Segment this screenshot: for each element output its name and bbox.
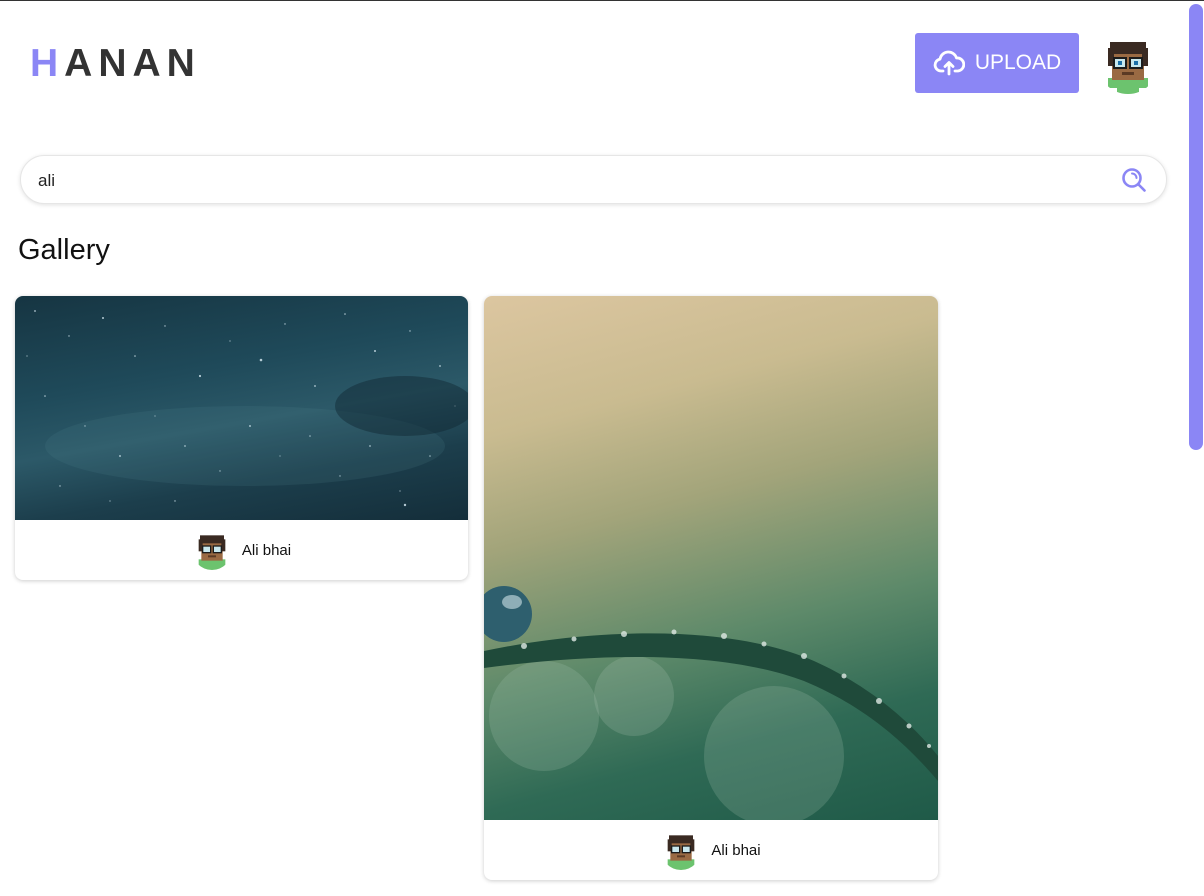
pixel-avatar-icon [661, 830, 702, 870]
gallery-image-starry-sky[interactable] [15, 296, 468, 520]
logo-accent-letter: H [30, 42, 65, 85]
gallery-title: Gallery [18, 234, 110, 266]
star-field [26, 310, 468, 507]
gallery-card[interactable]: Ali bhai [484, 296, 938, 880]
user-avatar[interactable] [1098, 34, 1158, 94]
gallery-image-water-drops[interactable] [484, 296, 938, 820]
cloud-upload-icon [933, 50, 965, 76]
search-input[interactable] [38, 168, 1098, 194]
pixel-avatar-icon [191, 530, 232, 570]
author-name[interactable]: Ali bhai [711, 842, 760, 859]
app-logo[interactable]: HANAN [30, 44, 201, 84]
scrollbar-thumb[interactable] [1189, 4, 1203, 450]
logo-text: ANAN [64, 42, 201, 85]
card-footer: Ali bhai [15, 520, 468, 580]
grass-blade-illustration [484, 586, 938, 820]
window-top-border [0, 0, 1204, 1]
author-avatar[interactable] [191, 530, 232, 570]
search-bar [20, 155, 1167, 204]
author-name[interactable]: Ali bhai [242, 542, 291, 559]
upload-button[interactable]: UPLOAD [915, 33, 1079, 93]
pixel-avatar-icon [1098, 34, 1158, 94]
upload-label: UPLOAD [974, 51, 1062, 74]
page-scrollbar[interactable] [1186, 0, 1204, 896]
search-icon[interactable] [1121, 167, 1147, 193]
author-avatar[interactable] [661, 830, 702, 870]
card-footer: Ali bhai [484, 820, 938, 880]
gallery-card[interactable]: Ali bhai [15, 296, 468, 580]
